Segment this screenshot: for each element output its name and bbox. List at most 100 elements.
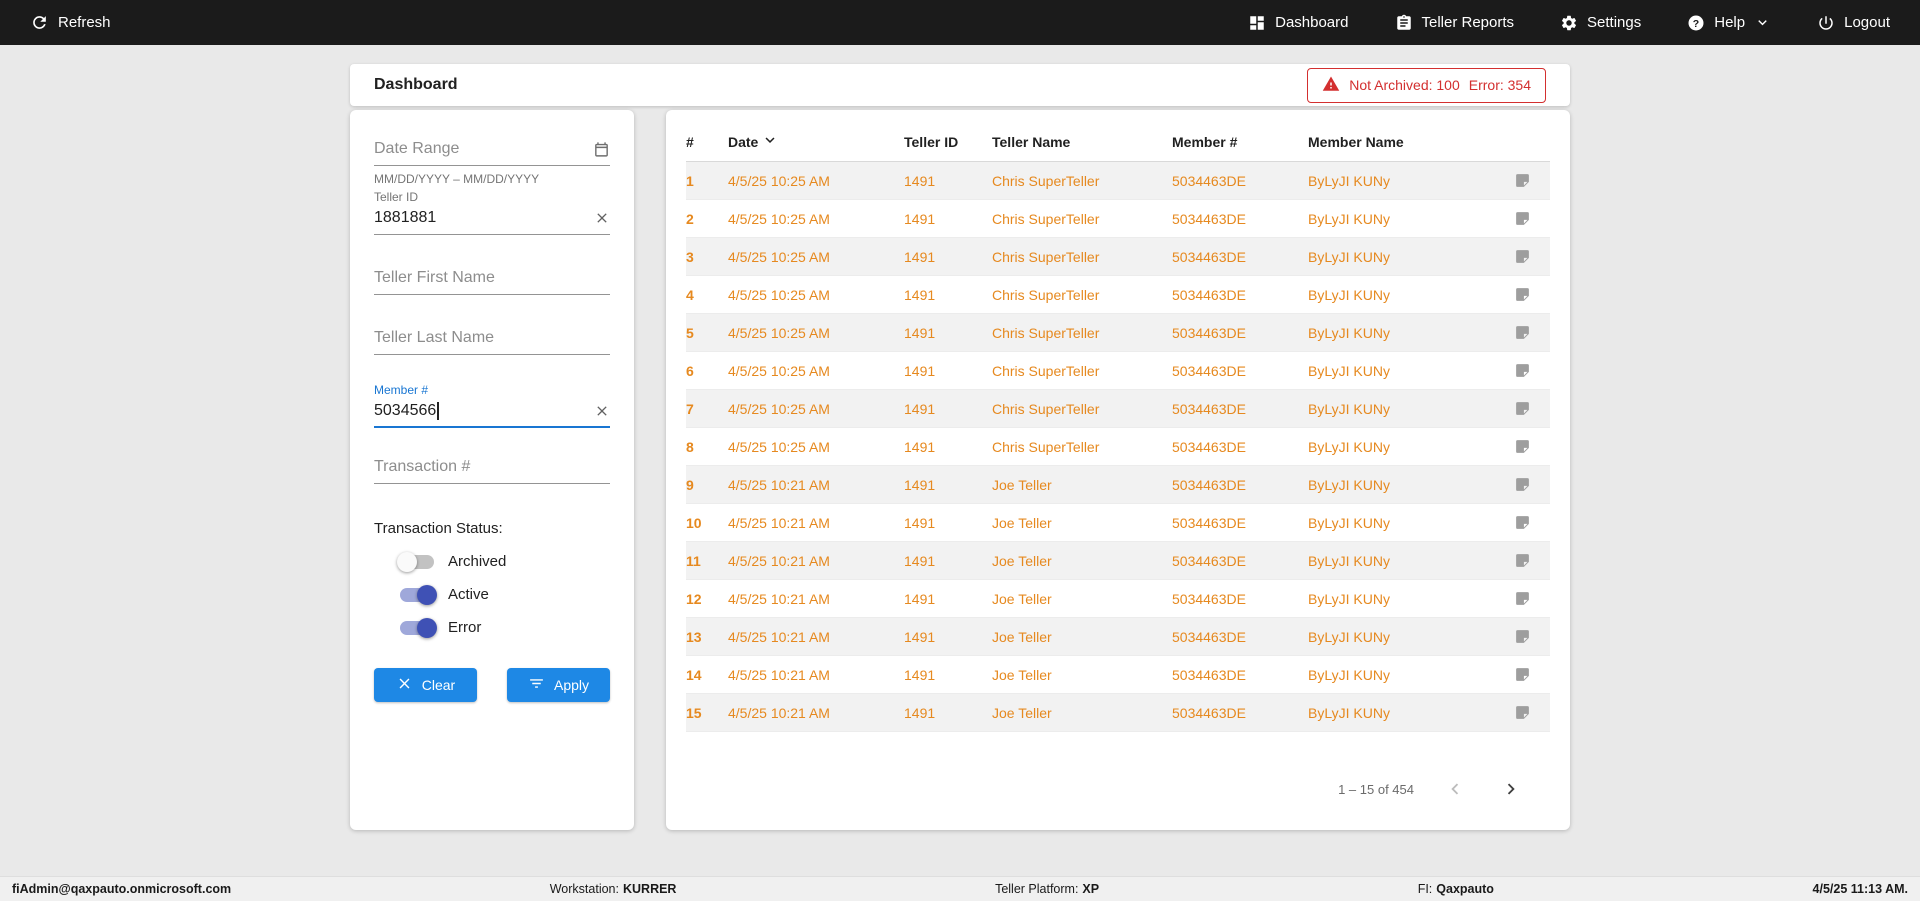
fi-label: FI: xyxy=(1418,882,1433,896)
prev-page-button[interactable] xyxy=(1440,774,1470,804)
status-bar: fiAdmin@qaxpauto.onmicrosoft.com Worksta… xyxy=(0,876,1920,901)
chevron-down-icon xyxy=(1754,14,1771,31)
table-row[interactable]: 8 4/5/25 10:25 AM 1491 Chris SuperTeller… xyxy=(686,428,1550,466)
row-number: 13 xyxy=(686,629,728,645)
col-header-date[interactable]: Date xyxy=(728,131,904,152)
row-number: 7 xyxy=(686,401,728,417)
footer-datetime: 4/5/25 11:13 AM. xyxy=(1813,882,1908,896)
clear-teller-id-icon[interactable] xyxy=(594,210,610,226)
nav-teller-reports[interactable]: Teller Reports xyxy=(1395,14,1515,32)
teller-id-value[interactable]: 1881881 xyxy=(374,209,436,227)
table-row[interactable]: 12 4/5/25 10:21 AM 1491 Joe Teller 50344… xyxy=(686,580,1550,618)
note-icon[interactable] xyxy=(1494,438,1550,455)
platform-label: Teller Platform: xyxy=(995,882,1078,896)
table-row[interactable]: 5 4/5/25 10:25 AM 1491 Chris SuperTeller… xyxy=(686,314,1550,352)
row-date: 4/5/25 10:25 AM xyxy=(728,173,904,189)
table-row[interactable]: 7 4/5/25 10:25 AM 1491 Chris SuperTeller… xyxy=(686,390,1550,428)
col-header-member-name[interactable]: Member Name xyxy=(1308,134,1494,150)
nav-settings[interactable]: Settings xyxy=(1560,14,1641,32)
row-number: 14 xyxy=(686,667,728,683)
svg-text:?: ? xyxy=(1693,17,1699,29)
table-row[interactable]: 2 4/5/25 10:25 AM 1491 Chris SuperTeller… xyxy=(686,200,1550,238)
archived-switch[interactable] xyxy=(400,555,434,569)
note-icon[interactable] xyxy=(1494,400,1550,417)
row-date: 4/5/25 10:21 AM xyxy=(728,629,904,645)
note-icon[interactable] xyxy=(1494,704,1550,721)
table-row[interactable]: 13 4/5/25 10:21 AM 1491 Joe Teller 50344… xyxy=(686,618,1550,656)
row-number: 2 xyxy=(686,211,728,227)
note-icon[interactable] xyxy=(1494,666,1550,683)
row-teller-name: Joe Teller xyxy=(992,705,1172,721)
row-teller-id: 1491 xyxy=(904,591,992,607)
member-number-field[interactable]: Member # 5034566 xyxy=(374,381,610,428)
row-number: 3 xyxy=(686,249,728,265)
nav-help[interactable]: ? Help xyxy=(1687,14,1771,32)
row-teller-name: Chris SuperTeller xyxy=(992,401,1172,417)
next-page-button[interactable] xyxy=(1496,774,1526,804)
note-icon[interactable] xyxy=(1494,248,1550,265)
col-header-teller-name[interactable]: Teller Name xyxy=(992,134,1172,150)
table-row[interactable]: 1 4/5/25 10:25 AM 1491 Chris SuperTeller… xyxy=(686,162,1550,200)
table-row[interactable]: 3 4/5/25 10:25 AM 1491 Chris SuperTeller… xyxy=(686,238,1550,276)
clear-member-number-icon[interactable] xyxy=(594,403,610,419)
row-number: 11 xyxy=(686,553,728,569)
row-number: 9 xyxy=(686,477,728,493)
table-row[interactable]: 4 4/5/25 10:25 AM 1491 Chris SuperTeller… xyxy=(686,276,1550,314)
row-member-name: ByLyJI KUNy xyxy=(1308,287,1494,303)
table-row[interactable]: 9 4/5/25 10:21 AM 1491 Joe Teller 503446… xyxy=(686,466,1550,504)
note-icon[interactable] xyxy=(1494,286,1550,303)
row-member-name: ByLyJI KUNy xyxy=(1308,629,1494,645)
col-header-member-number[interactable]: Member # xyxy=(1172,134,1308,150)
sort-arrow-icon[interactable] xyxy=(761,131,779,152)
note-icon[interactable] xyxy=(1494,362,1550,379)
col-header-teller-id[interactable]: Teller ID xyxy=(904,134,992,150)
table-row[interactable]: 6 4/5/25 10:25 AM 1491 Chris SuperTeller… xyxy=(686,352,1550,390)
row-date: 4/5/25 10:21 AM xyxy=(728,553,904,569)
col-header-num: # xyxy=(686,134,728,150)
apply-button-label: Apply xyxy=(554,677,589,693)
transaction-number-field[interactable]: Transaction # xyxy=(374,458,610,484)
date-range-field[interactable]: Date Range MM/DD/YYYY – MM/DD/YYYY xyxy=(374,140,610,186)
teller-id-label: Teller ID xyxy=(374,190,418,204)
note-icon[interactable] xyxy=(1494,552,1550,569)
apply-button[interactable]: Apply xyxy=(507,668,610,702)
row-date: 4/5/25 10:25 AM xyxy=(728,439,904,455)
filter-icon xyxy=(528,675,545,695)
page-title: Dashboard xyxy=(374,76,458,94)
teller-last-name-field[interactable]: Teller Last Name xyxy=(374,329,610,355)
note-icon[interactable] xyxy=(1494,210,1550,227)
active-switch[interactable] xyxy=(400,588,434,602)
row-date: 4/5/25 10:21 AM xyxy=(728,705,904,721)
note-icon[interactable] xyxy=(1494,628,1550,645)
dashboard-icon xyxy=(1248,14,1266,32)
error-switch[interactable] xyxy=(400,621,434,635)
table-row[interactable]: 11 4/5/25 10:21 AM 1491 Joe Teller 50344… xyxy=(686,542,1550,580)
row-date: 4/5/25 10:21 AM xyxy=(728,477,904,493)
date-range-placeholder: Date Range xyxy=(374,140,459,158)
table-row[interactable]: 14 4/5/25 10:21 AM 1491 Joe Teller 50344… xyxy=(686,656,1550,694)
clear-button[interactable]: Clear xyxy=(374,668,477,702)
calendar-icon[interactable] xyxy=(593,141,610,158)
nav-dashboard[interactable]: Dashboard xyxy=(1248,14,1348,32)
table-row[interactable]: 15 4/5/25 10:21 AM 1491 Joe Teller 50344… xyxy=(686,694,1550,732)
table-row[interactable]: 10 4/5/25 10:21 AM 1491 Joe Teller 50344… xyxy=(686,504,1550,542)
row-teller-name: Chris SuperTeller xyxy=(992,173,1172,189)
teller-id-field[interactable]: Teller ID 1881881 xyxy=(374,188,610,235)
member-number-value[interactable]: 5034566 xyxy=(374,402,439,420)
note-icon[interactable] xyxy=(1494,172,1550,189)
note-icon[interactable] xyxy=(1494,514,1550,531)
nav-logout[interactable]: Logout xyxy=(1817,14,1890,32)
teller-first-name-field[interactable]: Teller First Name xyxy=(374,269,610,295)
note-icon[interactable] xyxy=(1494,324,1550,341)
row-teller-name: Chris SuperTeller xyxy=(992,325,1172,341)
archive-error-badge[interactable]: Not Archived: 100 Error: 354 xyxy=(1307,68,1546,103)
note-icon[interactable] xyxy=(1494,590,1550,607)
note-icon[interactable] xyxy=(1494,476,1550,493)
refresh-button[interactable]: Refresh xyxy=(30,13,111,32)
archived-toggle-label: Archived xyxy=(448,553,506,570)
row-member-number: 5034463DE xyxy=(1172,477,1308,493)
results-table-card: # Date Teller ID Teller Name Member # Me… xyxy=(666,110,1570,830)
close-icon xyxy=(396,675,413,695)
content-area: Dashboard Not Archived: 100 Error: 354 D… xyxy=(350,64,1570,830)
teller-first-name-placeholder: Teller First Name xyxy=(374,269,495,287)
